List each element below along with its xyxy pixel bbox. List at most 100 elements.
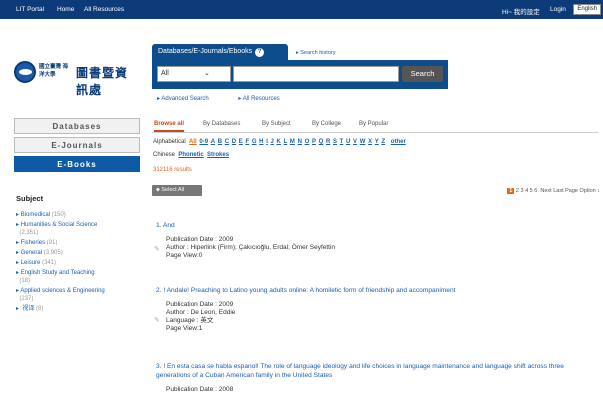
search-scope-tab[interactable]: Databases/E-Journals/Ebooks? bbox=[152, 44, 288, 60]
alphabetical-label: Alphabetical bbox=[153, 139, 186, 145]
strokes-link[interactable]: Strokes bbox=[207, 152, 229, 158]
alpha-w[interactable]: W bbox=[360, 139, 366, 145]
subject-count: (341) bbox=[42, 260, 57, 266]
alpha-u[interactable]: U bbox=[346, 139, 350, 145]
advanced-search-label: Advanced Search bbox=[161, 96, 209, 102]
subject-label: 视译 bbox=[22, 306, 35, 312]
subject-item-leisure[interactable]: ▸ Leisure (341) bbox=[16, 259, 140, 267]
subject-count: (2,351) bbox=[19, 230, 39, 236]
item-title[interactable]: 1. And bbox=[156, 221, 596, 230]
subject-count: (237) bbox=[19, 296, 34, 302]
chinese-label: Chinese bbox=[153, 152, 176, 158]
alpha-i[interactable]: I bbox=[266, 139, 268, 145]
library-logo[interactable]: 國立臺灣 海洋大學 圖書暨資訊處 bbox=[14, 61, 140, 97]
alpha-o[interactable]: O bbox=[305, 139, 310, 145]
subject-count: (8) bbox=[36, 306, 44, 312]
pager-nav[interactable]: Next Last Page Option ↓ bbox=[540, 188, 600, 194]
paperclip-icon: ✎ bbox=[154, 246, 160, 253]
alpha-g[interactable]: G bbox=[252, 139, 257, 145]
tab-ebooks[interactable]: E-Books bbox=[14, 156, 140, 172]
alpha-y[interactable]: Y bbox=[375, 139, 379, 145]
tab-ejournals[interactable]: E-Journals bbox=[14, 137, 140, 153]
subject-label: Leisure bbox=[20, 260, 41, 266]
alpha-l[interactable]: L bbox=[284, 139, 288, 145]
top-navigation-bar: LIT Portal Home All Resources Hi~ 我的設定 L… bbox=[0, 0, 603, 19]
alpha-q[interactable]: Q bbox=[319, 139, 324, 145]
subject-heading: Subject bbox=[16, 194, 44, 203]
help-icon[interactable]: ? bbox=[255, 48, 265, 57]
alpha-r[interactable]: R bbox=[326, 139, 330, 145]
alpha-j[interactable]: J bbox=[271, 139, 274, 145]
search-history-link[interactable]: ▸ Search history bbox=[296, 50, 335, 56]
alpha-n[interactable]: N bbox=[298, 139, 302, 145]
subject-item-applied-sciences[interactable]: ▸ Applied sciences & Engineering (237) bbox=[16, 287, 140, 303]
search-history-label: Search history bbox=[300, 50, 336, 56]
subject-item-general[interactable]: ▸ General (3,905) bbox=[16, 249, 140, 257]
subject-item-biomedical[interactable]: ▸ Biomedical (150) bbox=[16, 211, 140, 219]
subject-item-fisheries[interactable]: ▸ Fisheries (91) bbox=[16, 239, 140, 247]
subject-item-translation[interactable]: ▸ 视译 (8) bbox=[16, 305, 140, 313]
select-all-button[interactable]: ⬥ Select All bbox=[152, 185, 202, 196]
search-field-value: All bbox=[161, 70, 169, 77]
all-resources-search-link[interactable]: ▸ All Resources bbox=[238, 96, 293, 102]
chevron-down-icon: ⌄ bbox=[204, 70, 210, 77]
item-author: Author : Hiperlink (Firm); Çakıcıoğlu, E… bbox=[166, 244, 336, 251]
item-title[interactable]: 2. ! Andale! Preaching to Latino young a… bbox=[156, 286, 596, 295]
subject-count: (91) bbox=[46, 240, 58, 246]
portal-link[interactable]: LIT Portal bbox=[16, 6, 44, 13]
logo-university-name: 國立臺灣 海洋大學 bbox=[39, 64, 69, 78]
search-scope-label: Databases/E-Journals/Ebooks bbox=[158, 48, 253, 55]
tab-databases[interactable]: Databases bbox=[14, 118, 140, 134]
search-bar: All ⌄ Search bbox=[152, 60, 448, 89]
tab-by-databases[interactable]: By Databases bbox=[203, 121, 240, 127]
item-title[interactable]: 3. ! En esta casa se habla espanol! The … bbox=[156, 362, 596, 380]
subject-count: (18) bbox=[19, 278, 31, 284]
subject-item-humanities[interactable]: ▸ Humanities & Social Science (2,351) bbox=[16, 221, 140, 237]
browse-tabs: Browse all By Databases By Subject By Co… bbox=[152, 118, 598, 133]
home-link[interactable]: Home bbox=[57, 6, 74, 13]
search-input[interactable] bbox=[233, 66, 399, 82]
alpha-v[interactable]: V bbox=[353, 139, 357, 145]
alpha-c[interactable]: C bbox=[225, 139, 229, 145]
login-link[interactable]: Login bbox=[550, 6, 566, 13]
alpha-t[interactable]: T bbox=[340, 139, 344, 145]
alpha-h[interactable]: H bbox=[259, 139, 263, 145]
tab-by-college[interactable]: By College bbox=[312, 121, 341, 127]
tag-icon: ⬥ bbox=[156, 187, 160, 193]
alpha-m[interactable]: M bbox=[290, 139, 295, 145]
alpha-f[interactable]: F bbox=[245, 139, 249, 145]
phonetic-link[interactable]: Phonetic bbox=[178, 152, 203, 158]
subject-list: ▸ Biomedical (150) ▸ Humanities & Social… bbox=[16, 211, 140, 315]
list-item: 2. ! Andale! Preaching to Latino young a… bbox=[154, 286, 596, 333]
alpha-0-9[interactable]: 0-9 bbox=[199, 139, 208, 145]
alpha-s[interactable]: S bbox=[333, 139, 337, 145]
item-views: Page View:1 bbox=[166, 325, 203, 332]
alpha-all[interactable]: All bbox=[189, 139, 197, 145]
all-resources-label: All Resources bbox=[242, 96, 280, 102]
subject-label: Fisheries bbox=[20, 240, 46, 246]
tab-by-popular[interactable]: By Popular bbox=[359, 121, 388, 127]
alpha-other[interactable]: other bbox=[391, 139, 406, 145]
language-select[interactable]: English bbox=[573, 4, 601, 15]
advanced-search-link[interactable]: ▸ Advanced Search bbox=[157, 96, 223, 102]
alpha-b[interactable]: B bbox=[218, 139, 222, 145]
subject-item-english-study[interactable]: ▸ English Study and Teaching (18) bbox=[16, 269, 140, 285]
alpha-e[interactable]: E bbox=[239, 139, 243, 145]
subject-label: General bbox=[20, 250, 43, 256]
tab-browse-all[interactable]: Browse all bbox=[154, 121, 185, 132]
search-field-select[interactable]: All ⌄ bbox=[157, 66, 231, 82]
subject-label: English Study and Teaching bbox=[20, 270, 95, 276]
search-button[interactable]: Search bbox=[402, 66, 443, 82]
alpha-k[interactable]: K bbox=[277, 139, 281, 145]
alpha-d[interactable]: D bbox=[232, 139, 236, 145]
item-views: Page View:0 bbox=[166, 252, 203, 259]
alpha-a[interactable]: A bbox=[211, 139, 215, 145]
alpha-z[interactable]: Z bbox=[381, 139, 385, 145]
account-link[interactable]: Hi~ 我的設定 bbox=[502, 6, 540, 16]
all-resources-link[interactable]: All Resources bbox=[84, 6, 124, 13]
tab-by-subject[interactable]: By Subject bbox=[262, 121, 291, 127]
alpha-x[interactable]: X bbox=[368, 139, 372, 145]
page-current[interactable]: 1 bbox=[507, 188, 515, 194]
alpha-p[interactable]: P bbox=[312, 139, 316, 145]
page-links[interactable]: 2 3 4 5 6 bbox=[516, 188, 537, 194]
